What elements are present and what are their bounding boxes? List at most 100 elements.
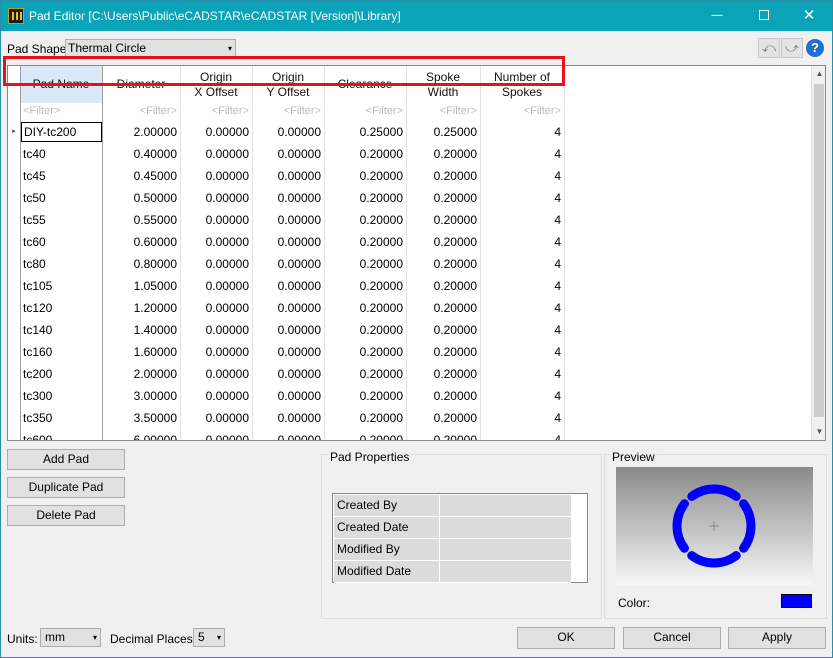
table-cell[interactable]: 0.00000: [180, 407, 252, 429]
table-cell[interactable]: 2.00000: [102, 121, 180, 143]
table-cell[interactable]: 4: [480, 121, 564, 143]
table-cell[interactable]: 1.05000: [102, 275, 180, 297]
table-cell[interactable]: 1.60000: [102, 341, 180, 363]
table-cell[interactable]: 0.20000: [324, 253, 406, 275]
table-cell[interactable]: 0.20000: [324, 231, 406, 253]
table-cell[interactable]: 0.25000: [406, 121, 480, 143]
table-cell[interactable]: 0.20000: [324, 407, 406, 429]
table-cell[interactable]: 0.20000: [406, 407, 480, 429]
table-cell[interactable]: 0.00000: [252, 319, 324, 341]
table-cell[interactable]: 0.00000: [180, 275, 252, 297]
table-cell[interactable]: 0.20000: [406, 165, 480, 187]
table-cell[interactable]: 0.00000: [252, 165, 324, 187]
table-cell[interactable]: 2.00000: [102, 363, 180, 385]
table-cell[interactable]: 4: [480, 319, 564, 341]
table-cell[interactable]: 0.00000: [180, 121, 252, 143]
scroll-up-icon[interactable]: ▲: [812, 66, 825, 82]
table-cell[interactable]: 3.50000: [102, 407, 180, 429]
table-cell[interactable]: 0.20000: [324, 143, 406, 165]
table-cell[interactable]: 0.00000: [252, 209, 324, 231]
table-cell[interactable]: 0.00000: [252, 231, 324, 253]
table-cell[interactable]: 0.20000: [406, 275, 480, 297]
table-cell[interactable]: 0.20000: [324, 363, 406, 385]
table-cell[interactable]: 4: [480, 385, 564, 407]
table-cell[interactable]: 0.00000: [180, 165, 252, 187]
table-cell[interactable]: 0.20000: [324, 385, 406, 407]
table-cell[interactable]: 0.50000: [102, 187, 180, 209]
column-filter[interactable]: <Filter>: [180, 103, 252, 120]
ok-button[interactable]: OK: [517, 627, 615, 649]
pad-grid[interactable]: Pad Name Diameter Origin X Offset Origin Y …: [7, 65, 826, 441]
table-cell[interactable]: 0.00000: [180, 341, 252, 363]
table-cell[interactable]: tc60: [20, 231, 102, 253]
table-cell[interactable]: 0.40000: [102, 143, 180, 165]
decimal-places-select[interactable]: 5 ▾: [193, 628, 225, 647]
table-cell[interactable]: 4: [480, 429, 564, 440]
table-cell[interactable]: 1.20000: [102, 297, 180, 319]
column-filter[interactable]: <Filter>: [252, 103, 324, 120]
table-cell[interactable]: tc55: [20, 209, 102, 231]
table-cell[interactable]: 4: [480, 143, 564, 165]
table-cell[interactable]: 4: [480, 165, 564, 187]
table-cell[interactable]: 0.00000: [180, 385, 252, 407]
table-cell[interactable]: 0.20000: [324, 341, 406, 363]
table-cell[interactable]: 0.00000: [180, 429, 252, 440]
table-cell[interactable]: 0.20000: [406, 187, 480, 209]
add-pad-button[interactable]: Add Pad: [7, 449, 125, 470]
table-cell[interactable]: tc80: [20, 253, 102, 275]
table-cell[interactable]: 4: [480, 187, 564, 209]
table-cell[interactable]: 0.25000: [324, 121, 406, 143]
table-cell[interactable]: 0.55000: [102, 209, 180, 231]
scroll-thumb[interactable]: [814, 84, 824, 417]
table-cell[interactable]: 0.00000: [252, 407, 324, 429]
table-cell[interactable]: 0.00000: [252, 253, 324, 275]
table-cell[interactable]: 0.00000: [180, 253, 252, 275]
table-cell[interactable]: 4: [480, 275, 564, 297]
table-cell[interactable]: 0.80000: [102, 253, 180, 275]
table-cell[interactable]: 0.00000: [252, 429, 324, 440]
table-cell[interactable]: 0.60000: [102, 231, 180, 253]
table-cell[interactable]: 0.00000: [180, 187, 252, 209]
table-cell[interactable]: 0.20000: [324, 165, 406, 187]
minimize-button[interactable]: ─: [694, 1, 740, 31]
table-cell[interactable]: 4: [480, 297, 564, 319]
delete-pad-button[interactable]: Delete Pad: [7, 505, 125, 526]
table-cell[interactable]: 0.20000: [406, 385, 480, 407]
duplicate-pad-button[interactable]: Duplicate Pad: [7, 477, 125, 498]
table-cell[interactable]: 6.00000: [102, 429, 180, 440]
column-filter[interactable]: <Filter>: [406, 103, 480, 120]
table-cell[interactable]: 0.20000: [406, 297, 480, 319]
table-cell[interactable]: 0.20000: [324, 209, 406, 231]
column-filter[interactable]: <Filter>: [324, 103, 406, 120]
table-cell[interactable]: 0.00000: [180, 231, 252, 253]
table-cell[interactable]: 0.20000: [406, 253, 480, 275]
table-cell[interactable]: 0.20000: [324, 275, 406, 297]
units-select[interactable]: mm ▾: [40, 628, 101, 647]
pad-name-edit-cell[interactable]: DIY-tc200: [21, 122, 102, 142]
table-cell[interactable]: 4: [480, 209, 564, 231]
table-cell[interactable]: 0.00000: [252, 363, 324, 385]
table-cell[interactable]: 0.00000: [252, 143, 324, 165]
table-cell[interactable]: tc140: [20, 319, 102, 341]
table-cell[interactable]: 4: [480, 341, 564, 363]
table-cell[interactable]: 0.00000: [252, 121, 324, 143]
table-cell[interactable]: 0.20000: [406, 341, 480, 363]
table-cell[interactable]: 0.00000: [180, 363, 252, 385]
table-cell[interactable]: 0.00000: [180, 209, 252, 231]
scroll-down-icon[interactable]: ▼: [812, 424, 825, 440]
color-swatch[interactable]: [781, 594, 812, 608]
table-cell[interactable]: 0.20000: [406, 429, 480, 440]
table-cell[interactable]: 0.00000: [252, 297, 324, 319]
apply-button[interactable]: Apply: [728, 627, 826, 649]
table-cell[interactable]: tc600: [20, 429, 102, 440]
table-cell[interactable]: 0.00000: [252, 187, 324, 209]
help-icon[interactable]: ?: [806, 39, 824, 57]
table-cell[interactable]: 0.20000: [406, 363, 480, 385]
table-cell[interactable]: 0.00000: [252, 275, 324, 297]
table-cell[interactable]: 4: [480, 407, 564, 429]
table-cell[interactable]: tc350: [20, 407, 102, 429]
table-cell[interactable]: tc160: [20, 341, 102, 363]
table-cell[interactable]: tc105: [20, 275, 102, 297]
table-cell[interactable]: 0.00000: [252, 385, 324, 407]
table-cell[interactable]: 4: [480, 231, 564, 253]
